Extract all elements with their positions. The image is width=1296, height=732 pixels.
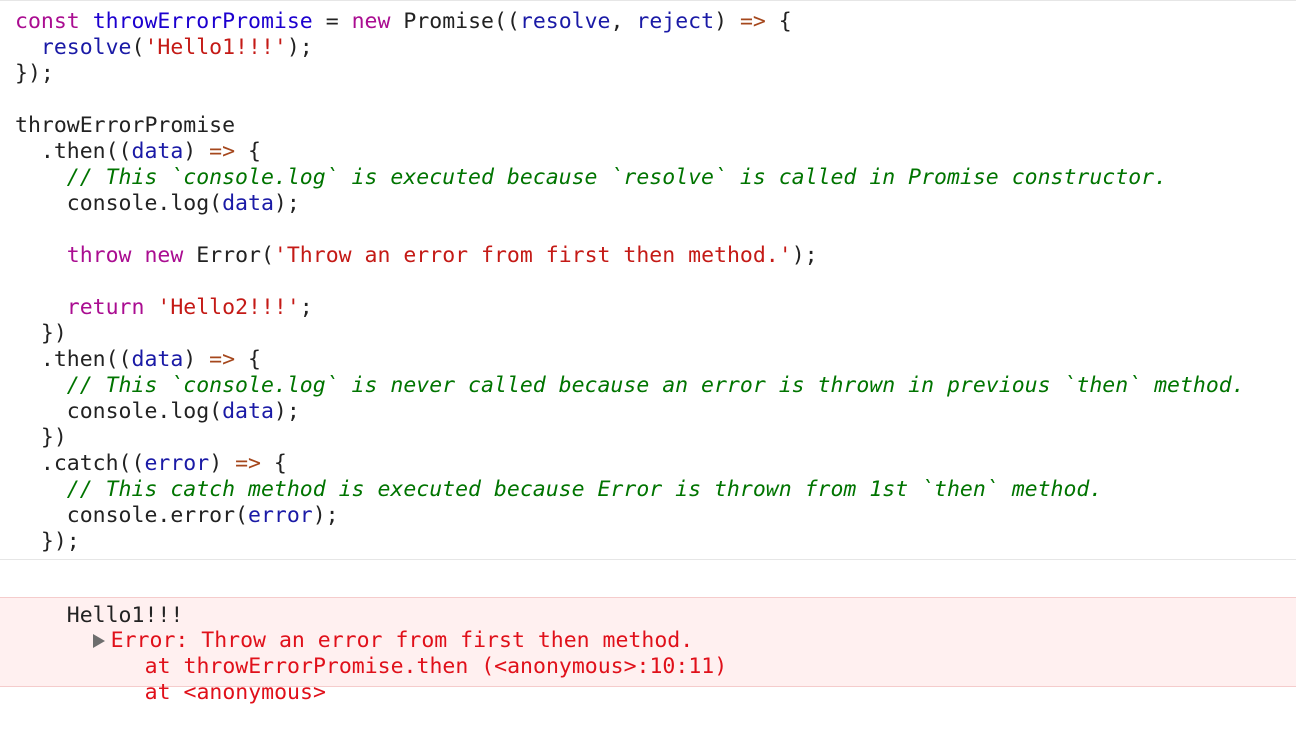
code-token: error (144, 451, 210, 476)
code-token: 'Hello1!!!' (144, 35, 287, 60)
code-token: ); (312, 503, 339, 528)
code-token: .then(( (15, 139, 132, 164)
code-token: ) (183, 139, 210, 164)
code-token: error (248, 503, 313, 528)
code-token: , (610, 9, 637, 34)
code-token: Promise(( (390, 9, 520, 34)
code-token: { (260, 451, 287, 476)
code-token: .catch(( (15, 451, 145, 476)
code-token: ; (299, 295, 313, 320)
code-token: 'Throw an error from first then method.' (273, 243, 792, 268)
code-line: console.error(error); (15, 503, 1296, 529)
code-line: // This `console.log` is never called be… (15, 373, 1296, 399)
log-text: Hello1!!! (66, 603, 184, 628)
code-token: new (144, 243, 184, 268)
code-token: ) (714, 9, 740, 34)
code-token: resolve (40, 35, 132, 60)
code-line: }) (15, 321, 1296, 347)
code-token: ); (273, 399, 300, 424)
code-token: throwErrorPromise (15, 113, 236, 138)
stack-frame-text: at <anonymous> (144, 680, 326, 705)
console-input-entry: const throwErrorPromise = new Promise((r… (0, 0, 1296, 559)
code-line: throwErrorPromise (15, 113, 1296, 139)
console-panel: const throwErrorPromise = new Promise((r… (0, 0, 1296, 705)
code-token: }) (15, 425, 67, 450)
error-header[interactable]: Error: Throw an error from first then me… (15, 602, 1296, 653)
code-line: console.log(data); (15, 191, 1296, 217)
stack-frame-text: at throwErrorPromise.then (<anonymous>:1… (144, 654, 728, 679)
code-line: }); (15, 529, 1296, 555)
code-token: // This `console.log` is executed becaus… (66, 165, 1168, 190)
code-token: { (765, 9, 792, 34)
code-token: data (131, 347, 184, 372)
code-token: console.log( (15, 399, 223, 424)
code-token: => (739, 9, 766, 34)
code-token: // This catch method is executed because… (66, 477, 1103, 502)
code-token: => (209, 139, 236, 164)
code-line: resolve('Hello1!!!'); (15, 35, 1296, 61)
code-token: .then(( (15, 347, 132, 372)
code-token: return (66, 295, 145, 320)
code-token: ); (273, 191, 300, 216)
code-token: }); (15, 61, 54, 86)
code-token: data (222, 191, 274, 216)
code-token: console.error( (15, 503, 248, 528)
code-token: = (312, 9, 352, 34)
code-token: 'Hello2!!!' (157, 295, 300, 320)
code-line: throw new Error('Throw an error from fir… (15, 243, 1296, 269)
code-line: // This `console.log` is executed becaus… (15, 165, 1296, 191)
code-token: Error( (183, 243, 274, 268)
code-token: ) (183, 347, 210, 372)
code-token: // This `console.log` is never called be… (66, 373, 1245, 398)
code-token: console.log( (15, 191, 223, 216)
console-log-output: Hello1!!! (0, 559, 1296, 628)
code-token: ( (131, 35, 145, 60)
code-line: // This catch method is executed because… (15, 477, 1296, 503)
code-token: ) (209, 451, 236, 476)
code-token: => (235, 451, 261, 476)
code-token: resolve (519, 9, 611, 34)
code-token: data (222, 399, 274, 424)
code-line: .then((data) => { (15, 347, 1296, 373)
code-token: throw (66, 243, 132, 268)
code-token: ); (286, 35, 313, 60)
code-token: throwErrorPromise (92, 9, 313, 34)
code-line: return 'Hello2!!!'; (15, 295, 1296, 321)
code-line: .catch((error) => { (15, 451, 1296, 477)
code-line: .then((data) => { (15, 139, 1296, 165)
code-line: }); (15, 61, 1296, 87)
code-token: new (351, 9, 391, 34)
code-token: }) (15, 321, 67, 346)
disclosure-triangle-icon[interactable] (92, 634, 105, 648)
code-token: => (209, 347, 236, 372)
code-line: console.log(data); (15, 399, 1296, 425)
error-message: Error: Throw an error from first then me… (110, 628, 694, 653)
code-token: data (131, 139, 184, 164)
code-line: }) (15, 425, 1296, 451)
code-token: { (235, 139, 261, 164)
code-token: }); (15, 529, 80, 554)
console-error-entry[interactable]: Error: Throw an error from first then me… (0, 597, 1296, 705)
code-token: const (15, 9, 80, 34)
code-token: ); (791, 243, 818, 268)
code-line: const throwErrorPromise = new Promise((r… (15, 9, 1296, 35)
code-token: reject (636, 9, 715, 34)
code-token: { (235, 347, 261, 372)
